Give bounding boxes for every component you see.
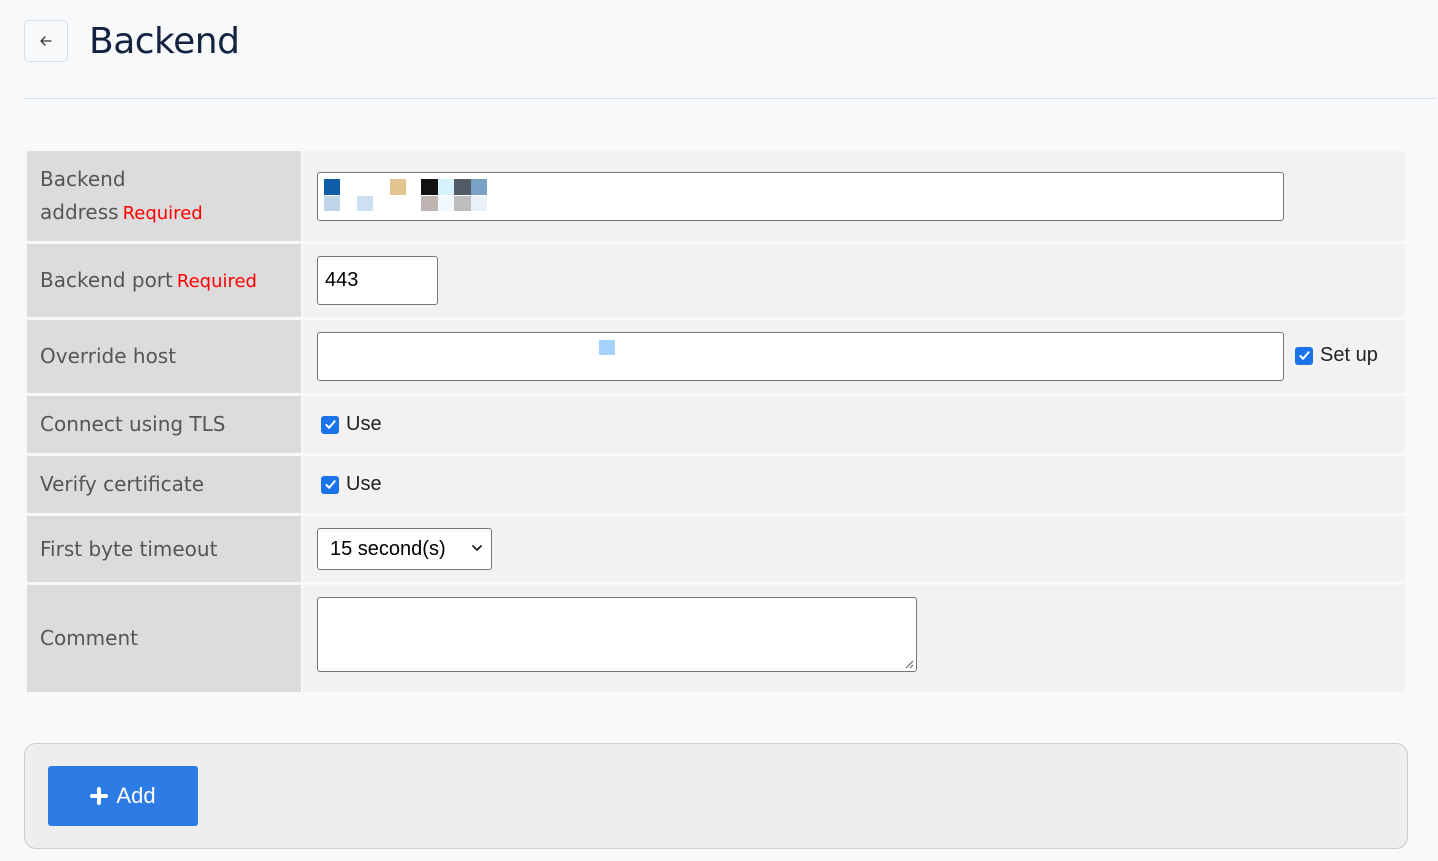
required-badge: Required	[176, 270, 257, 292]
verify-certificate-label: Verify certificate	[27, 456, 301, 513]
header-divider	[24, 98, 1436, 99]
first-byte-timeout-label: First byte timeout	[27, 516, 301, 582]
checkbox-checked-icon[interactable]	[1295, 346, 1313, 365]
page-title: Backend	[89, 20, 240, 62]
override-host-label: Override host	[27, 320, 301, 393]
form-footer: Add	[24, 743, 1408, 849]
label-text: Backend port	[40, 267, 173, 292]
checkbox-checked-icon[interactable]	[321, 475, 339, 494]
backend-port-input[interactable]: 443	[317, 256, 438, 305]
add-button-label: Add	[116, 783, 156, 808]
backend-port-label: Backend port Required	[27, 244, 301, 317]
connect-tls-label: Connect using TLS	[27, 396, 301, 453]
timeout-select[interactable]: 15 second(s)	[317, 528, 492, 570]
override-host-input[interactable]	[317, 332, 1284, 381]
comment-cell	[303, 585, 1405, 692]
page-header: Backend	[24, 18, 240, 64]
comment-label: Comment	[27, 585, 301, 692]
required-badge: Required	[122, 202, 203, 224]
backend-address-label: Backend address Required	[27, 151, 301, 241]
arrow-left-icon	[40, 36, 52, 46]
plus-icon	[90, 787, 109, 805]
form-row-comment: Comment	[27, 585, 1405, 692]
form-row-verify-certificate: Verify certificate Use	[27, 456, 1405, 513]
comment-textarea[interactable]	[317, 597, 917, 672]
verify-checkbox-label: Use	[346, 473, 382, 495]
add-button[interactable]: Add	[48, 766, 198, 826]
chevron-down-icon	[472, 545, 482, 551]
connect-tls-cell: Use	[303, 396, 1405, 453]
form-row-connect-tls: Connect using TLS Use	[27, 396, 1405, 453]
checkbox-checked-icon[interactable]	[321, 415, 339, 434]
label-text: Backend	[40, 166, 126, 191]
backend-form: Backend address Required Backend port Re…	[25, 148, 1407, 695]
tls-checkbox[interactable]: Use	[321, 413, 382, 436]
setup-checkbox[interactable]: Set up	[1295, 344, 1378, 367]
verify-checkbox[interactable]: Use	[321, 473, 382, 496]
backend-address-input[interactable]	[317, 171, 1284, 221]
timeout-selected-value: 15 second(s)	[330, 537, 446, 560]
verify-certificate-cell: Use	[303, 456, 1405, 513]
form-row-backend-address: Backend address Required	[27, 151, 1405, 241]
resize-handle-icon[interactable]	[904, 659, 914, 669]
form-row-backend-port: Backend port Required 443	[27, 244, 1405, 317]
backend-address-cell	[303, 151, 1405, 241]
form-row-override-host: Override host Set up	[27, 320, 1405, 393]
setup-checkbox-label: Set up	[1320, 344, 1378, 366]
backend-port-cell: 443	[303, 244, 1405, 317]
override-host-cell: Set up	[303, 320, 1405, 393]
label-text: address	[40, 199, 119, 224]
tls-checkbox-label: Use	[346, 413, 382, 435]
redacted-value	[599, 340, 615, 355]
form-row-first-byte-timeout: First byte timeout 15 second(s)	[27, 516, 1405, 582]
back-button[interactable]	[24, 20, 68, 62]
first-byte-timeout-cell: 15 second(s)	[303, 516, 1405, 582]
